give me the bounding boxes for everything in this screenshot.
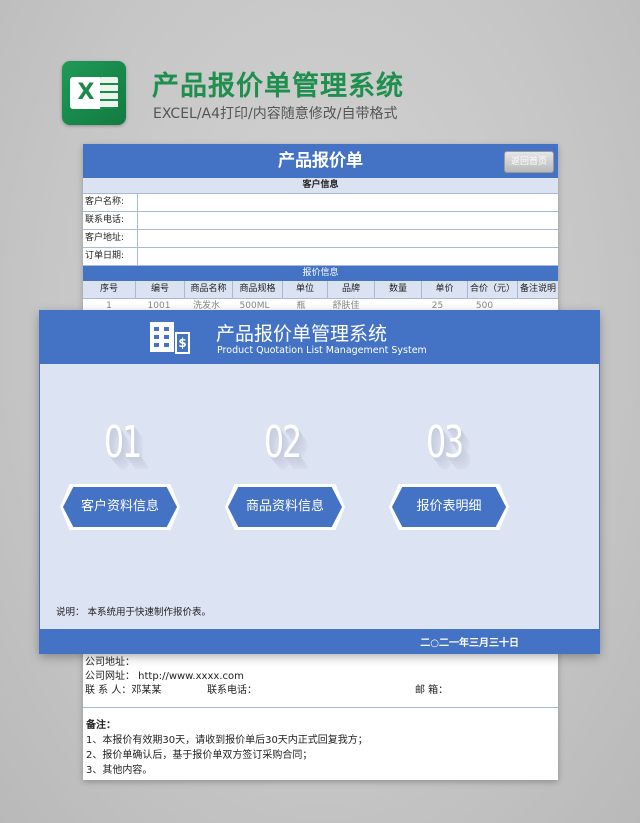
field-label: 订单日期: <box>83 248 138 265</box>
table-header: 序号 编号 商品名称 商品规格 单位 品牌 数量 单价 合价（元） 备注说明 <box>83 281 558 299</box>
page-subtitle: EXCEL/A4打印/内容随意修改/自带格式 <box>153 106 398 122</box>
column-header: 合价（元） <box>468 281 518 298</box>
field-label: 客户名称: <box>83 194 138 211</box>
mailbox: 邮 箱： <box>415 685 449 696</box>
column-header: 单位 <box>283 281 328 298</box>
company-address: 公司地址： <box>85 657 135 668</box>
customer-info-button[interactable]: 客户资料信息 <box>63 487 177 527</box>
sheet-title-bar: 产品报价单 返回首页 <box>83 144 558 178</box>
note-item: 2、报价单确认后，基于报价单双方签订采购合同； <box>86 750 313 761</box>
field-label: 联系电话: <box>83 212 138 229</box>
divider <box>83 707 558 708</box>
customer-name-row: 客户名称: <box>83 194 558 212</box>
address-row: 客户地址: <box>83 230 558 248</box>
note-item: 1、本报价有效期30天，请收到报价单后30天内正式回复我方； <box>86 735 368 746</box>
contact-line: 联 系 人：邓某某 联系电话： 邮 箱： <box>85 684 555 698</box>
column-header: 编号 <box>136 281 185 298</box>
phone-input[interactable] <box>138 212 558 229</box>
panel-date: 二○二一年三月三十日 <box>420 638 519 649</box>
panel-subtitle: Product Quotation List Management System <box>217 345 427 356</box>
quote-section-header: 报价信息 <box>83 266 558 281</box>
page-title: 产品报价单管理系统 <box>152 71 404 102</box>
panel-note: 说明： 本系统用于快速制作报价表。 <box>56 607 212 618</box>
address-input[interactable] <box>138 230 558 247</box>
notes: 备注： 1、本报价有效期30天，请收到报价单后30天内正式回复我方； 2、报价单… <box>86 718 368 778</box>
step-number: 03 <box>426 417 464 468</box>
back-home-button[interactable]: 返回首页 <box>504 151 554 173</box>
sheet-title: 产品报价单 <box>278 151 363 171</box>
panel-footer: 二○二一年三月三十日 <box>40 629 599 653</box>
excel-logo-icon: X <box>62 61 126 125</box>
order-date-input[interactable] <box>138 248 558 265</box>
step-number: 02 <box>264 417 302 468</box>
column-header: 品牌 <box>328 281 375 298</box>
phone-row: 联系电话: <box>83 212 558 230</box>
contact-person: 联 系 人：邓某某 <box>85 685 162 696</box>
product-info-button[interactable]: 商品资料信息 <box>228 487 342 527</box>
contact-phone: 联系电话： <box>207 685 257 696</box>
column-header: 单价 <box>422 281 468 298</box>
column-header: 数量 <box>375 281 422 298</box>
company-info: 公司地址： 公司网址： http://www.xxxx.com 联 系 人：邓某… <box>85 656 555 698</box>
customer-section-header: 客户信息 <box>83 178 558 194</box>
column-header: 备注说明 <box>519 284 556 294</box>
dollar-doc-icon: $ <box>175 332 190 354</box>
column-header: 商品名称 <box>185 281 233 298</box>
company-website: 公司网址： http://www.xxxx.com <box>85 671 244 682</box>
column-header: 商品规格 <box>233 281 283 298</box>
quote-detail-button[interactable]: 报价表明细 <box>392 487 506 527</box>
field-label: 客户地址: <box>83 230 138 247</box>
management-panel: $ 产品报价单管理系统 Product Quotation List Manag… <box>40 311 599 653</box>
customer-name-input[interactable] <box>138 194 558 211</box>
building-icon <box>150 322 174 352</box>
page-header: X 产品报价单管理系统 EXCEL/A4打印/内容随意修改/自带格式 <box>0 0 640 140</box>
note-item: 3、其他内容。 <box>86 765 153 776</box>
column-header: 序号 <box>83 281 136 298</box>
step-number: 01 <box>104 417 142 468</box>
panel-header: $ 产品报价单管理系统 Product Quotation List Manag… <box>40 311 599 364</box>
order-date-row: 订单日期: <box>83 248 558 266</box>
notes-title: 备注： <box>86 720 116 731</box>
panel-title: 产品报价单管理系统 <box>216 323 388 345</box>
